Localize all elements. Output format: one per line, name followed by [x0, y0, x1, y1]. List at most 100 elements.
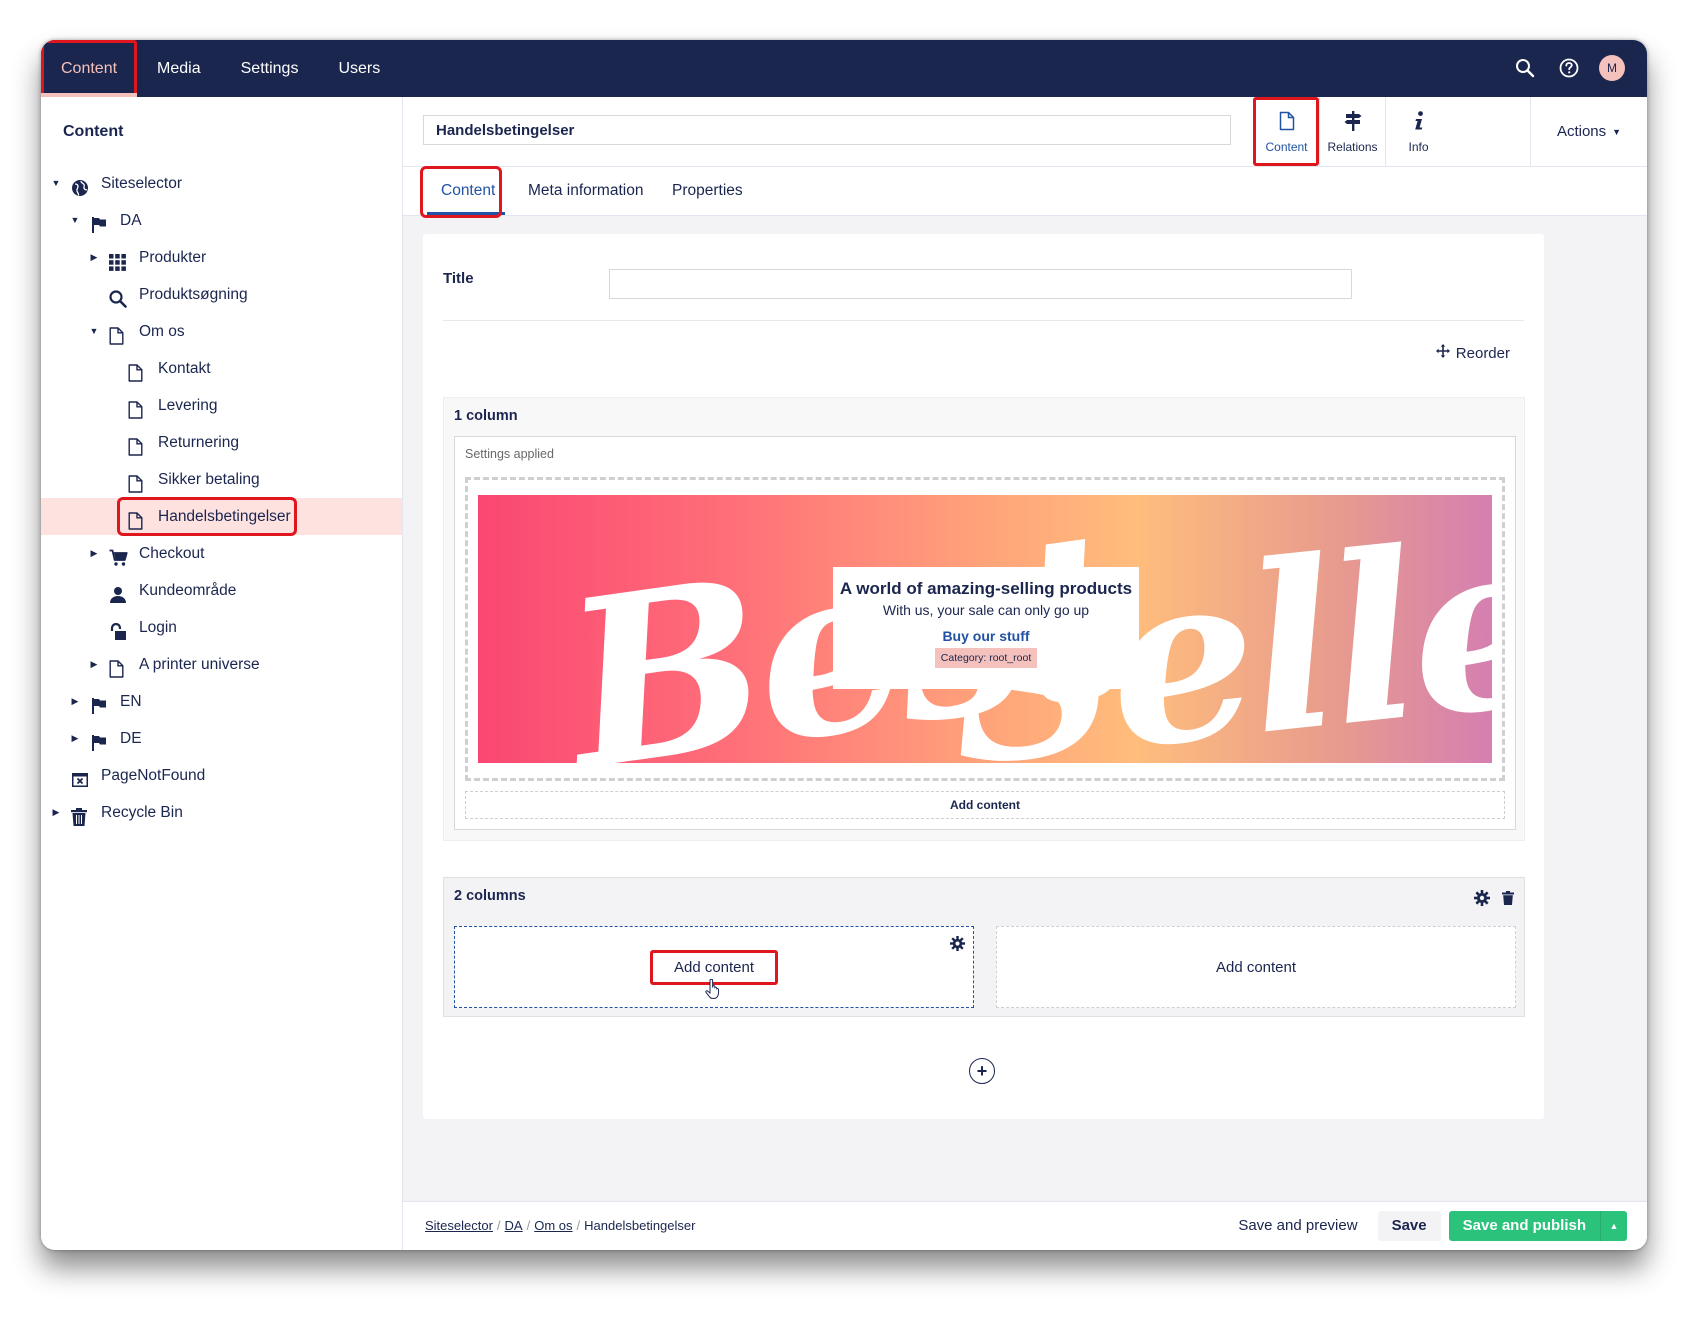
- tree-node[interactable]: ▶ A printer universe: [41, 646, 402, 683]
- banner-link[interactable]: Buy our stuff: [833, 628, 1139, 644]
- column-2-add-content-button[interactable]: Add content: [1192, 950, 1320, 985]
- user-avatar[interactable]: M: [1599, 55, 1625, 81]
- gear-icon[interactable]: [950, 936, 965, 956]
- tree-node[interactable]: Login: [41, 609, 402, 646]
- one-column-block: 1 column Settings applied Best Sellers A…: [443, 397, 1525, 841]
- section-users[interactable]: Users: [318, 40, 400, 97]
- tree-node[interactable]: Handelsbetingelser: [41, 497, 402, 536]
- globe-icon: [71, 174, 89, 196]
- reorder-button[interactable]: Reorder: [1435, 344, 1510, 362]
- app-info[interactable]: Info: [1385, 97, 1451, 166]
- caret-down-icon[interactable]: ▼: [70, 202, 80, 239]
- tree-node[interactable]: ▶ Produkter: [41, 239, 402, 276]
- save-and-preview-button[interactable]: Save and preview: [1218, 1211, 1377, 1241]
- tree-node[interactable]: Produktsøgning: [41, 276, 402, 313]
- banner-element[interactable]: Best Sellers A world of amazing-selling …: [465, 477, 1505, 781]
- actions-dropdown[interactable]: Actions ▼: [1530, 97, 1647, 166]
- document-icon: [128, 470, 146, 493]
- caret-down-icon[interactable]: ▼: [51, 165, 61, 202]
- gear-icon[interactable]: [1474, 890, 1490, 911]
- tree-node-label: Checkout: [139, 545, 205, 562]
- tree-node[interactable]: ▶ Recycle Bin: [41, 794, 402, 831]
- tree-node[interactable]: Sikker betaling: [41, 461, 402, 498]
- column-1[interactable]: Add content: [454, 926, 974, 1008]
- save-and-publish-button[interactable]: Save and publish: [1448, 1211, 1600, 1241]
- app-content-label: Content: [1265, 140, 1308, 154]
- section-nav: Content Media Settings Users: [41, 40, 400, 97]
- breadcrumb-da[interactable]: DA: [505, 1218, 523, 1233]
- add-block-plus-icon[interactable]: +: [969, 1058, 995, 1084]
- breadcrumb-current: Handelsbetingelser: [584, 1218, 696, 1233]
- top-bar: Content Media Settings Users M: [41, 40, 1647, 97]
- content-panel: Title Reorder 1 column Settings applied …: [423, 234, 1544, 1119]
- grid-icon: [109, 248, 127, 271]
- document-icon: [109, 655, 127, 678]
- editor-header: Handelsbetingelser Content Relations Inf…: [403, 97, 1647, 167]
- tree-node[interactable]: Returnering: [41, 424, 402, 461]
- tree-node[interactable]: Kundeområde: [41, 572, 402, 609]
- caret-right-icon[interactable]: ▶: [70, 683, 80, 720]
- caret-down-icon: ▼: [1612, 126, 1622, 137]
- move-icon: [1435, 344, 1450, 362]
- bestsellers-banner: Best Sellers A world of amazing-selling …: [478, 495, 1492, 763]
- flag-icon: [90, 211, 108, 233]
- tree-node[interactable]: Kontakt: [41, 350, 402, 387]
- tree-node[interactable]: ▼ DA: [41, 202, 402, 239]
- tab-meta-information[interactable]: Meta information: [528, 167, 643, 215]
- caret-right-icon[interactable]: ▶: [89, 646, 99, 683]
- search-icon[interactable]: [1511, 54, 1539, 82]
- block-tools: [1474, 890, 1514, 911]
- section-media[interactable]: Media: [137, 40, 221, 97]
- tree-node-label: Produktsøgning: [139, 286, 248, 303]
- tree-node-label: DE: [120, 730, 142, 747]
- tab-properties[interactable]: Properties: [672, 167, 743, 215]
- publish-options-caret-icon[interactable]: ▲: [1600, 1211, 1627, 1241]
- tree-node[interactable]: Levering: [41, 387, 402, 424]
- flag-icon: [90, 729, 108, 751]
- caret-down-icon[interactable]: ▼: [89, 313, 99, 350]
- tab-content-highlight: [420, 166, 502, 218]
- tree-node-label: Om os: [139, 323, 185, 340]
- app-content[interactable]: Content: [1253, 97, 1319, 166]
- document-icon: [1279, 111, 1295, 134]
- add-content-button[interactable]: Add content: [465, 791, 1505, 819]
- section-content[interactable]: Content: [41, 40, 138, 97]
- caret-right-icon[interactable]: ▶: [51, 794, 61, 831]
- block-title: 1 column: [454, 408, 518, 424]
- app-relations[interactable]: Relations: [1319, 97, 1385, 166]
- trash-icon[interactable]: [1502, 891, 1514, 910]
- footer-buttons: Save and preview Save Save and publish ▲: [1218, 1211, 1627, 1241]
- editor-area: Handelsbetingelser Content Relations Inf…: [403, 97, 1647, 1250]
- category-badge: Category: root_root: [934, 648, 1038, 668]
- info-icon: [1413, 111, 1425, 134]
- title-input[interactable]: [609, 269, 1352, 299]
- column-2[interactable]: Add content: [996, 926, 1516, 1008]
- tree-node[interactable]: PageNotFound: [41, 757, 402, 794]
- node-name-input[interactable]: Handelsbetingelser: [423, 115, 1231, 145]
- tree-node[interactable]: ▶ EN: [41, 683, 402, 720]
- caret-right-icon[interactable]: ▶: [89, 239, 99, 276]
- breadcrumb-separator: /: [496, 1218, 501, 1233]
- section-settings[interactable]: Settings: [221, 40, 319, 97]
- error-page-icon: [71, 766, 89, 787]
- tree-node[interactable]: ▼ Siteselector: [41, 165, 402, 202]
- column-2-add-area: Add content: [997, 927, 1515, 1007]
- hand-cursor-icon: [705, 978, 721, 1004]
- breadcrumb: Siteselector / DA / Om os / Handelsbetingelser: [425, 1202, 695, 1250]
- help-icon[interactable]: [1555, 54, 1583, 82]
- reorder-label: Reorder: [1455, 344, 1510, 362]
- breadcrumb-siteselector[interactable]: Siteselector: [425, 1218, 493, 1233]
- tree-node-label: Returnering: [158, 434, 239, 451]
- caret-right-icon[interactable]: ▶: [70, 720, 80, 757]
- banner-subline: With us, your sale can only go up: [882, 602, 1090, 618]
- breadcrumb-om-os[interactable]: Om os: [534, 1218, 572, 1233]
- tree-node[interactable]: ▶ Checkout: [41, 535, 402, 572]
- tree-node[interactable]: ▶ DE: [41, 720, 402, 757]
- document-icon: [128, 433, 146, 456]
- caret-right-icon[interactable]: ▶: [89, 535, 99, 572]
- app-info-label: Info: [1408, 140, 1429, 154]
- save-button[interactable]: Save: [1377, 1211, 1441, 1241]
- tree-node[interactable]: ▼ Om os: [41, 313, 402, 350]
- tree-node-label: Siteselector: [101, 175, 182, 192]
- content-tree: ▼ Siteselector ▼ DA ▶ Produkter Produktsøgning…: [41, 165, 402, 831]
